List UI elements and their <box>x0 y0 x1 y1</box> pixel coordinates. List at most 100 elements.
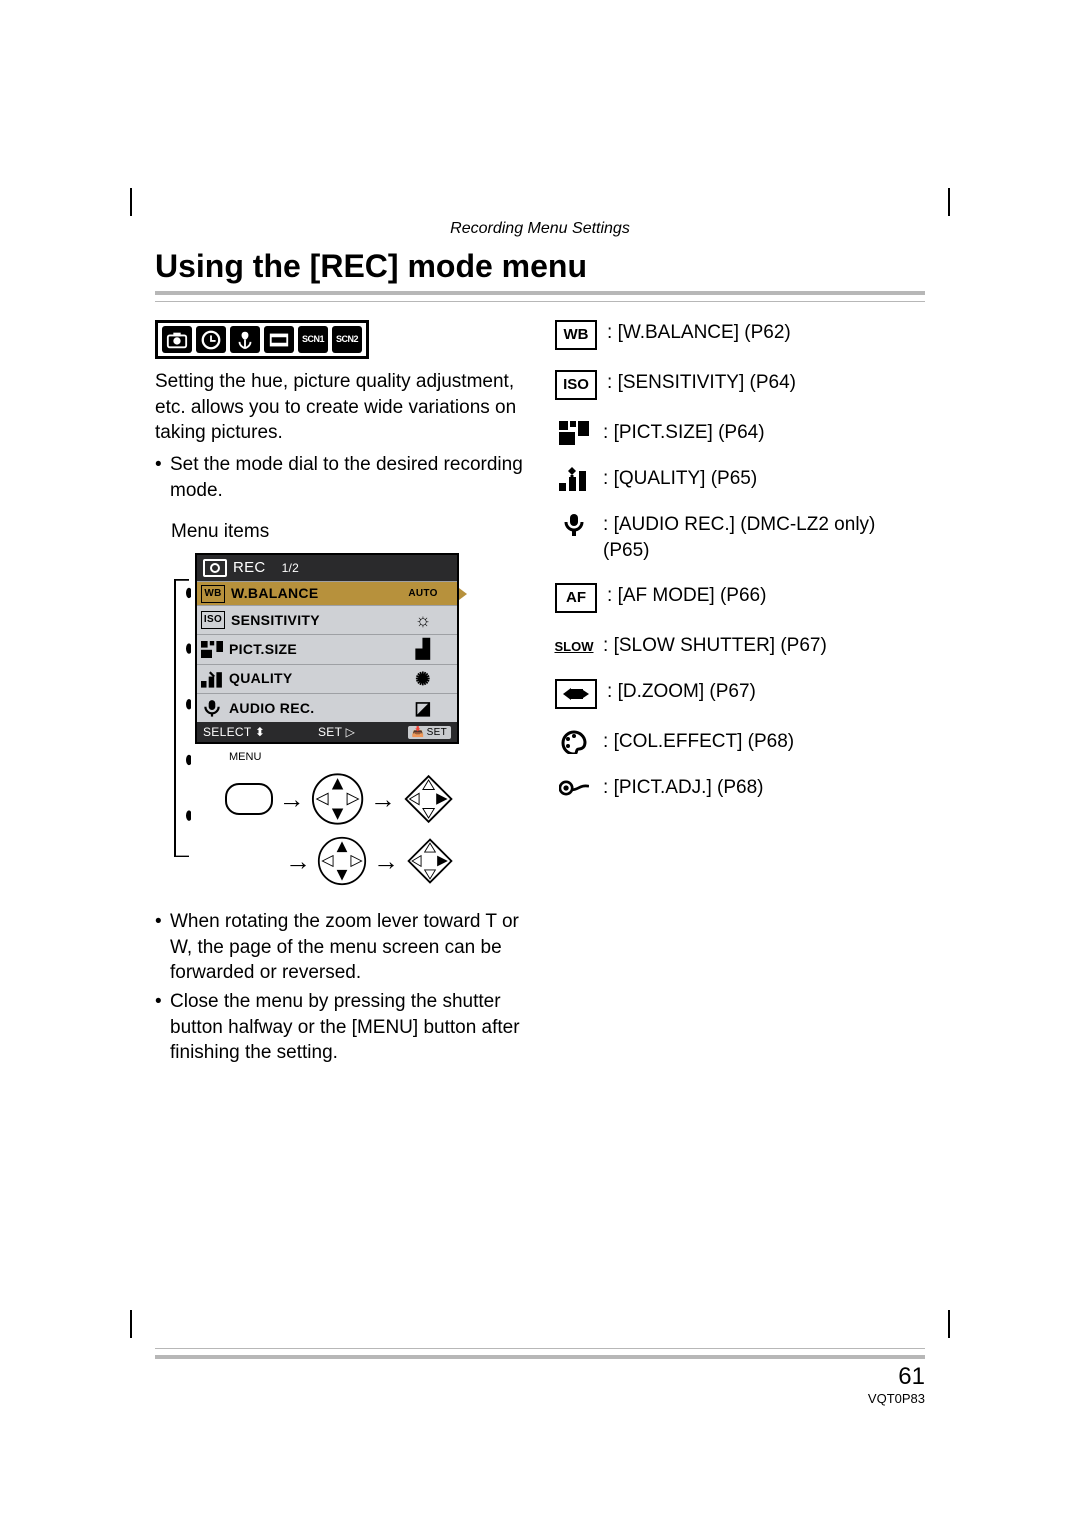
pictsize-icon <box>201 641 223 657</box>
lcd-row-sensitivity: ISO SENSITIVITY ☼ <box>197 605 457 634</box>
scn1-icon: SCN1 <box>298 326 328 353</box>
motion-mode-icon <box>264 326 294 353</box>
content-columns: SCN1 SCN2 Setting the hue, picture quali… <box>155 320 925 1072</box>
arrow-right-icon: → <box>285 844 311 879</box>
shade-icon: ◪ <box>403 696 443 720</box>
dpad-updown-icon <box>311 771 364 827</box>
title-rule <box>155 291 925 302</box>
ref-text: [PICT.ADJ.] (P68) <box>614 775 764 798</box>
lcd-row-quality: QUALITY ✺ <box>197 664 457 693</box>
menu-items-label: Menu items <box>171 519 525 545</box>
list-item: When rotating the zoom lever toward T or… <box>155 909 525 986</box>
list-item: Set the mode dial to the desired recordi… <box>155 452 525 503</box>
camera-glyph <box>166 329 188 351</box>
dzoom-icon <box>555 679 597 709</box>
nav-diagram: MENU → → <box>225 750 455 889</box>
ref-text: [W.BALANCE] (P62) <box>618 320 791 343</box>
simple-mode-icon <box>196 326 226 353</box>
wb-icon: WB <box>555 320 597 350</box>
ref-afmode: AF : [AF MODE] (P66) <box>555 583 925 613</box>
ref-text: [PICT.SIZE] (P64) <box>614 420 765 443</box>
iso-icon: ISO <box>201 611 225 629</box>
lcd-row-wbalance: WB W.BALANCE AUTO <box>197 581 457 605</box>
list-item: Close the menu by pressing the shutter b… <box>155 989 525 1066</box>
arrow-right-icon: → <box>373 844 399 879</box>
lcd-page-indicator: 1/2 <box>282 560 300 576</box>
set-chip: 📥 SET <box>408 726 451 740</box>
palette-icon <box>555 729 593 755</box>
slow-icon: SLOW <box>555 633 593 659</box>
crop-mark <box>130 1310 132 1338</box>
lcd-footer: SELECT ⬍ SET ▷ 📥 SET <box>197 722 457 742</box>
intro-paragraph: Setting the hue, picture quality adjustm… <box>155 369 525 446</box>
ref-wbalance: WB : [W.BALANCE] (P62) <box>555 320 925 350</box>
ref-text: [D.ZOOM] (P67) <box>618 679 756 702</box>
lcd-row-audiorec: AUDIO REC. ◪ <box>197 693 457 722</box>
lcd-row-label: QUALITY <box>229 669 403 688</box>
ref-sensitivity: ISO : [SENSITIVITY] (P64) <box>555 370 925 400</box>
camera-icon <box>162 326 192 353</box>
quality-icon <box>555 466 593 492</box>
lcd-header: REC 1/2 <box>197 555 457 581</box>
scn2-icon: SCN2 <box>332 326 362 353</box>
ref-quality: : [QUALITY] (P65) <box>555 466 925 492</box>
ref-pictsize: : [PICT.SIZE] (P64) <box>555 420 925 446</box>
crop-mark <box>948 1310 950 1338</box>
footer-rule <box>155 1348 925 1359</box>
sun-icon: ☼ <box>403 608 443 632</box>
lcd-row-pictsize: PICT.SIZE ▟ <box>197 634 457 663</box>
ref-slowshutter: SLOW : [SLOW SHUTTER] (P67) <box>555 633 925 659</box>
lcd-footer-select: SELECT <box>203 725 251 739</box>
ref-text: [SENSITIVITY] (P64) <box>618 370 796 393</box>
pictadj-icon <box>555 775 593 801</box>
mode-icon-strip: SCN1 SCN2 <box>155 320 369 359</box>
crop-mark <box>948 188 950 216</box>
manual-page: Recording Menu Settings Using the [REC] … <box>0 0 1080 1526</box>
lcd-row-label: PICT.SIZE <box>229 640 403 659</box>
doc-code: VQT0P83 <box>155 1391 925 1406</box>
wb-icon: WB <box>201 585 225 603</box>
quality-icon <box>201 671 223 687</box>
menu-brace <box>171 579 191 857</box>
iso-icon: ISO <box>555 370 597 400</box>
ref-text: [SLOW SHUTTER] (P67) <box>614 633 827 656</box>
macro-mode-icon <box>230 326 260 353</box>
page-title: Using the [REC] mode menu <box>155 248 925 285</box>
pictsize-icon <box>555 420 593 446</box>
cloud-icon: ▟ <box>403 637 443 661</box>
page-number: 61 <box>155 1363 925 1391</box>
lcd-row-value: AUTO <box>403 587 443 601</box>
right-column: WB : [W.BALANCE] (P62) ISO : [SENSITIVIT… <box>555 320 925 1072</box>
lcd-row-label: SENSITIVITY <box>231 611 403 630</box>
dpad-updown-icon <box>317 833 367 889</box>
ref-coleffect: : [COL.EFFECT] (P68) <box>555 729 925 755</box>
ref-text: [AUDIO REC.] (DMC-LZ2 only) (P65) <box>603 512 875 561</box>
ref-pictadj: : [PICT.ADJ.] (P68) <box>555 775 925 801</box>
crop-mark <box>130 188 132 216</box>
af-icon: AF <box>555 583 597 613</box>
camera-icon <box>203 559 227 577</box>
lcd-title: REC <box>233 558 266 578</box>
ref-text: [AF MODE] (P66) <box>618 583 767 606</box>
dpad-right-icon <box>405 833 455 889</box>
highlight-arrow <box>459 588 467 600</box>
mic-icon <box>201 700 223 716</box>
section-header: Recording Menu Settings <box>155 220 925 238</box>
lcd-footer-set: SET <box>318 725 342 739</box>
lcd-screen: REC 1/2 WB W.BALANCE AUTO ISO SENSITIVIT… <box>195 553 459 745</box>
bottom-bullet-list: When rotating the zoom lever toward T or… <box>155 909 525 1066</box>
menu-button-icon <box>225 783 273 815</box>
arrow-right-icon: → <box>370 782 396 817</box>
lcd-row-label: AUDIO REC. <box>229 699 403 718</box>
ref-text: [QUALITY] (P65) <box>614 466 758 489</box>
page-footer: 61 VQT0P83 <box>155 1348 925 1406</box>
bulb-icon: ✺ <box>403 667 443 691</box>
dpad-right-icon <box>402 771 455 827</box>
menu-label: MENU <box>229 750 455 765</box>
ref-dzoom: : [D.ZOOM] (P67) <box>555 679 925 709</box>
lcd-row-label: W.BALANCE <box>231 584 403 603</box>
lcd-illustration: REC 1/2 WB W.BALANCE AUTO ISO SENSITIVIT… <box>195 553 455 889</box>
mic-icon <box>555 512 593 538</box>
left-column: SCN1 SCN2 Setting the hue, picture quali… <box>155 320 525 1072</box>
reference-list: WB : [W.BALANCE] (P62) ISO : [SENSITIVIT… <box>555 320 925 801</box>
